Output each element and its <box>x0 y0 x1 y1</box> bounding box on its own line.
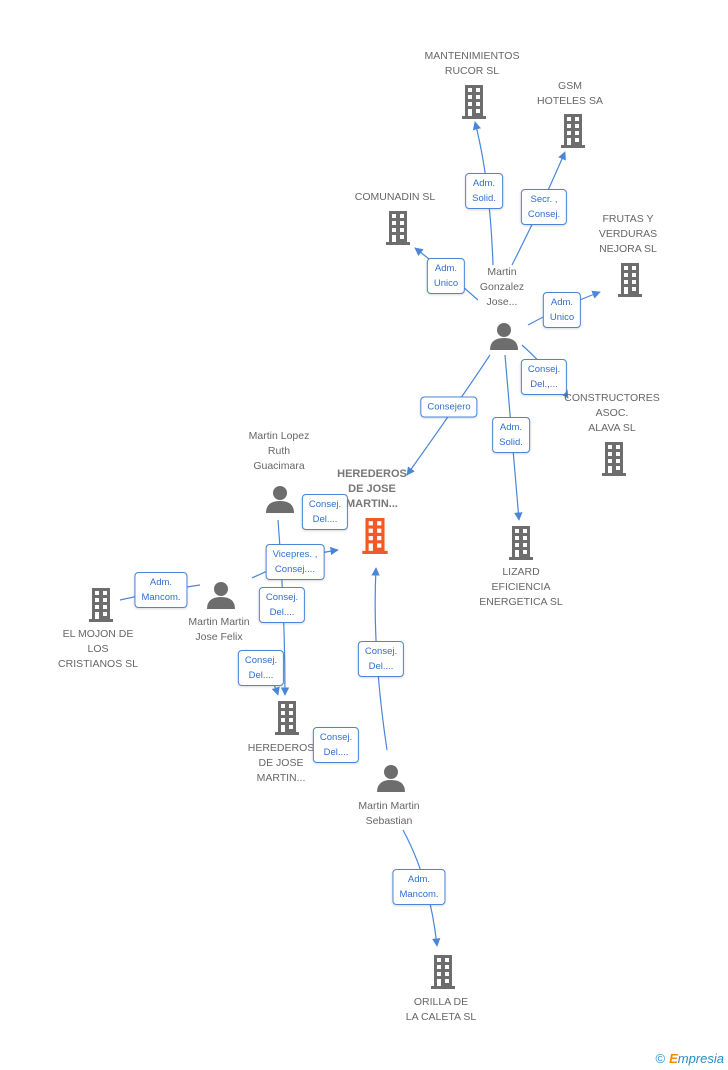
building-icon[interactable] <box>561 114 585 148</box>
person-label-martin-sebastian[interactable]: Martin Martin Sebastian <box>358 799 419 829</box>
building-icon[interactable] <box>618 263 642 297</box>
person-icon[interactable] <box>490 322 518 350</box>
copyright-symbol: © <box>655 1051 666 1066</box>
company-label-comunadin[interactable]: COMUNADIN SL <box>355 190 436 205</box>
building-icon[interactable] <box>386 211 410 245</box>
company-label-constructores[interactable]: CONSTRUCTORES ASOC. ALAVA SL <box>564 391 659 436</box>
person-label-martin-gonzalez[interactable]: Martin Gonzalez Jose... <box>480 265 524 310</box>
relation-label: Secr. , Consej. <box>520 189 568 225</box>
empresia-logo: © Empresia <box>655 1051 724 1066</box>
relation-label: Consej. Del.... <box>357 641 405 677</box>
main-building-icon[interactable] <box>362 518 388 554</box>
company-label-frutas[interactable]: FRUTAS Y VERDURAS NEJORA SL <box>599 212 657 257</box>
company-label-orilla[interactable]: ORILLA DE LA CALETA SL <box>406 995 476 1025</box>
relation-label: Adm. Solid. <box>465 173 503 209</box>
company-label-gsm[interactable]: GSM HOTELES SA <box>537 79 603 109</box>
relation-label: Consej. Del.... <box>237 650 285 686</box>
building-icon[interactable] <box>275 701 299 735</box>
person-icon[interactable] <box>377 764 405 792</box>
relation-label: Consej. Del.,... <box>520 359 568 395</box>
company-label-mojon[interactable]: EL MOJON DE LOS CRISTIANOS SL <box>58 627 138 672</box>
building-icon[interactable] <box>89 588 113 622</box>
building-icon[interactable] <box>602 442 626 476</box>
relation-label: Consej. Del.... <box>312 727 360 763</box>
relation-label: Adm. Unico <box>542 292 582 328</box>
relation-label: Adm. Mancom. <box>134 572 188 608</box>
relation-label: Consej. Del.... <box>258 587 306 623</box>
relation-label: Consej. Del.... <box>301 494 349 530</box>
person-label-martin-lopez[interactable]: Martin Lopez Ruth Guacimara <box>249 429 310 474</box>
relation-label: Adm. Solid. <box>492 417 530 453</box>
building-icon[interactable] <box>462 85 486 119</box>
company-label-lizard[interactable]: LIZARD EFICIENCIA ENERGETICA SL <box>479 565 562 610</box>
person-icon[interactable] <box>266 485 294 513</box>
building-icon[interactable] <box>431 955 455 989</box>
company-label-herederos-2[interactable]: HEREDEROS DE JOSE MARTIN... <box>248 741 315 786</box>
logo-initial: E <box>669 1051 678 1066</box>
relation-label: Consejero <box>420 396 478 418</box>
relation-label: Adm. Mancom. <box>392 869 446 905</box>
building-icon[interactable] <box>509 526 533 560</box>
relation-label: Adm. Unico <box>426 258 466 294</box>
person-label-martin-jose-felix[interactable]: Martin Martin Jose Felix <box>188 615 249 645</box>
relation-label: Vicepres. , Consej.... <box>265 544 325 580</box>
person-icon[interactable] <box>207 581 235 609</box>
company-label-mantenimientos[interactable]: MANTENIMIENTOS RUCOR SL <box>425 49 520 79</box>
logo-text: mpresia <box>677 1051 724 1066</box>
